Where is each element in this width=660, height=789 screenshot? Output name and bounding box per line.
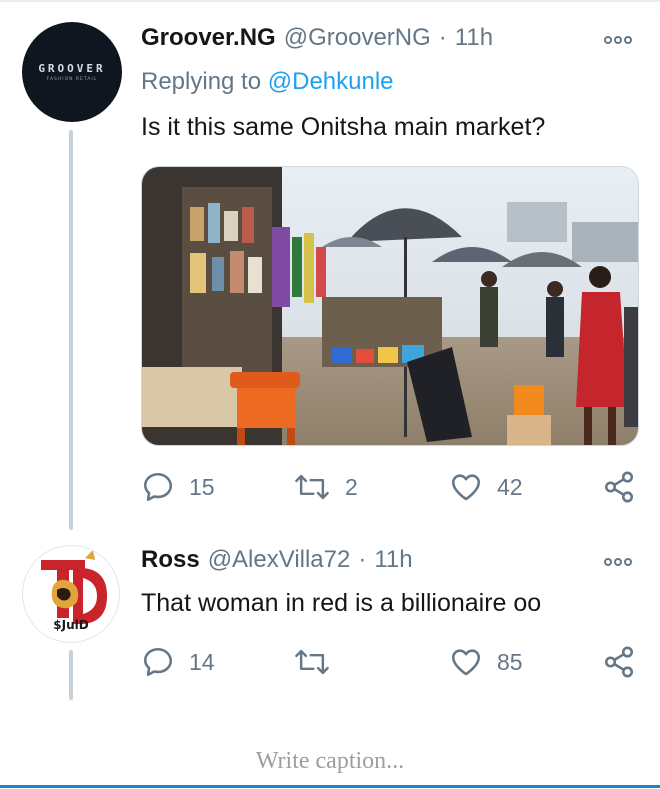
heart-icon bbox=[451, 649, 481, 676]
share-icon bbox=[604, 471, 634, 503]
top-divider bbox=[0, 0, 660, 2]
caption-placeholder: Write caption... bbox=[255, 748, 405, 774]
replying-to: Replying to @Dehkunle bbox=[141, 68, 394, 96]
replying-prefix: Replying to bbox=[141, 68, 268, 95]
more-options-icon[interactable] bbox=[604, 558, 632, 566]
timestamp[interactable]: 11h bbox=[455, 24, 493, 52]
share-icon bbox=[604, 646, 634, 678]
avatar-caption: $JulD bbox=[53, 618, 89, 632]
tweet-text: That woman in red is a billionaire oo bbox=[141, 589, 542, 617]
tweet-header: Groover.NG @GrooverNG · 11h bbox=[141, 24, 493, 52]
timestamp[interactable]: 11h bbox=[374, 546, 412, 574]
retweet-icon bbox=[295, 649, 329, 675]
like-button[interactable]: 42 bbox=[449, 470, 523, 504]
reply-icon bbox=[143, 472, 173, 502]
like-count: 85 bbox=[497, 648, 523, 675]
like-count: 42 bbox=[497, 473, 523, 500]
handle[interactable]: @AlexVilla72 bbox=[208, 546, 351, 574]
tweet-text: Is it this same Onitsha main market? bbox=[141, 113, 546, 141]
retweet-icon bbox=[295, 474, 329, 500]
market-photo bbox=[142, 167, 638, 445]
reply-button[interactable]: 15 bbox=[141, 470, 215, 504]
share-button[interactable] bbox=[602, 470, 636, 504]
display-name[interactable]: Ross bbox=[141, 546, 200, 574]
mention-link[interactable]: @Dehkunle bbox=[268, 68, 394, 95]
separator: · bbox=[358, 546, 367, 573]
separator: · bbox=[438, 24, 447, 51]
reply-count: 14 bbox=[189, 648, 215, 675]
avatar-brand-text: GROOVER bbox=[38, 62, 106, 75]
caption-input[interactable]: Write caption... bbox=[0, 748, 660, 786]
thread-line bbox=[69, 130, 73, 530]
retweet-button[interactable] bbox=[293, 645, 345, 679]
tweet-media-image[interactable] bbox=[141, 166, 639, 446]
reply-icon bbox=[143, 647, 173, 677]
heart-icon bbox=[451, 474, 481, 501]
avatar[interactable]: $JulD bbox=[22, 545, 120, 643]
avatar[interactable]: GROOVER FASHION RETAIL bbox=[22, 22, 122, 122]
handle[interactable]: @GrooverNG bbox=[284, 24, 431, 52]
avatar-brand-subtext: FASHION RETAIL bbox=[46, 77, 98, 82]
thread-line bbox=[69, 650, 73, 700]
tweet-header: Ross @AlexVilla72 · 11h bbox=[141, 546, 413, 574]
more-options-icon[interactable] bbox=[604, 36, 632, 44]
reply-count: 15 bbox=[189, 473, 215, 500]
caption-underline bbox=[0, 785, 660, 788]
retweet-count: 2 bbox=[345, 473, 358, 500]
retweet-button[interactable]: 2 bbox=[293, 470, 358, 504]
display-name[interactable]: Groover.NG bbox=[141, 24, 276, 52]
reply-button[interactable]: 14 bbox=[141, 645, 215, 679]
share-button[interactable] bbox=[602, 645, 636, 679]
like-button[interactable]: 85 bbox=[449, 645, 523, 679]
